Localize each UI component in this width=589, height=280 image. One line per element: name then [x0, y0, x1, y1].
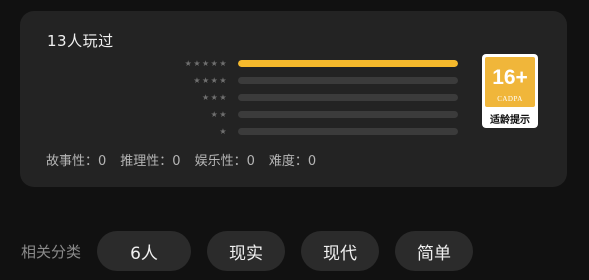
rating-bar-2 — [238, 111, 458, 118]
rating-bar-4 — [238, 77, 458, 84]
rating-bar-5 — [238, 60, 458, 67]
rating-distribution: ★★★★★ ★★★★ ★★★ ★★ ★ — [170, 55, 462, 140]
rating-row-2: ★★ — [170, 106, 462, 123]
stars-4: ★★★★ — [193, 75, 228, 85]
age-rating-caption: 适龄提示 — [490, 115, 530, 126]
age-rating-org: CADPA — [497, 95, 523, 103]
players-count: 13人玩过 — [47, 32, 114, 50]
age-rating-badge[interactable]: 16+ CADPA 适龄提示 — [482, 54, 538, 128]
rating-bar-1 — [238, 128, 458, 135]
category-chip-simple[interactable]: 简单 — [395, 231, 474, 271]
stars-5: ★★★★★ — [184, 58, 228, 68]
category-chip-reality[interactable]: 现实 — [207, 231, 286, 271]
rating-card: 13人玩过 ★★★★★ ★★★★ ★★★ ★★ ★ 16+ CADPA 适龄提示… — [20, 11, 567, 187]
rating-row-1: ★ — [170, 123, 462, 140]
stars-1: ★ — [219, 126, 228, 136]
rating-row-5: ★★★★★ — [170, 55, 462, 72]
category-chip-modern[interactable]: 现代 — [301, 231, 380, 271]
age-rating-number: 16+ — [492, 66, 528, 89]
stars-3: ★★★ — [201, 92, 228, 102]
rating-bar-3 — [238, 94, 458, 101]
related-categories: 相关分类 6人 现实 现代 简单 — [21, 231, 489, 271]
attribute-entertainment: 娱乐性：0 — [194, 154, 255, 169]
age-rating-icon: 16+ CADPA — [485, 57, 535, 107]
attribute-scores: 故事性：0 推理性：0 娱乐性：0 难度：0 — [46, 150, 316, 169]
attribute-reasoning: 推理性：0 — [120, 154, 181, 169]
related-categories-label: 相关分类 — [21, 242, 82, 261]
stars-2: ★★ — [210, 109, 228, 119]
attribute-difficulty: 难度：0 — [268, 154, 317, 169]
rating-row-3: ★★★ — [170, 89, 462, 106]
rating-bar-fill-5 — [238, 60, 458, 67]
category-chip-6-players[interactable]: 6人 — [97, 231, 192, 271]
attribute-story: 故事性：0 — [46, 154, 107, 169]
rating-row-4: ★★★★ — [170, 72, 462, 89]
